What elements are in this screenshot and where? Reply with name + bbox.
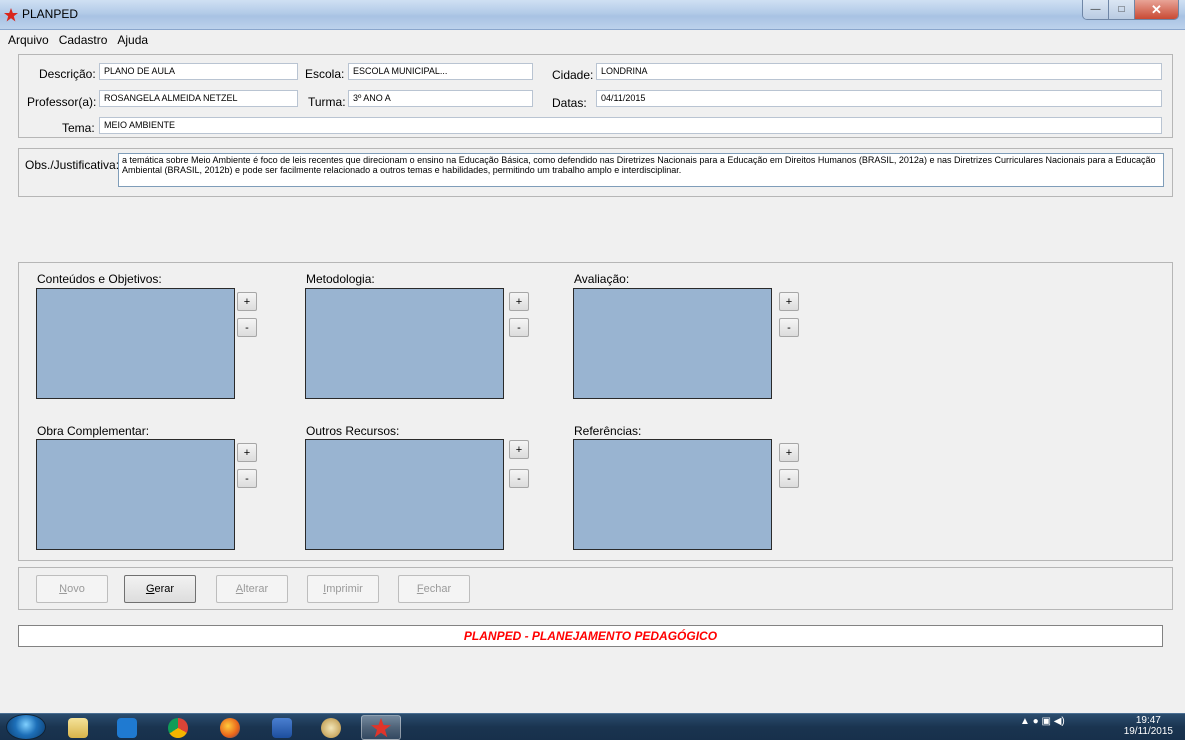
obs-label: Obs./Justificativa: [25, 158, 120, 172]
obra-listbox[interactable] [36, 439, 235, 550]
turma-field[interactable]: 3º ANO A [348, 90, 533, 107]
conteudos-add-button[interactable]: + [237, 292, 257, 311]
metodologia-remove-button[interactable]: - [509, 318, 529, 337]
avaliacao-add-button[interactable]: + [779, 292, 799, 311]
datas-field[interactable]: 04/11/2015 [596, 90, 1162, 107]
status-banner: PLANPED - PLANEJAMENTO PEDAGÓGICO [18, 625, 1163, 647]
tema-field[interactable]: MEIO AMBIENTE [99, 117, 1162, 134]
conteudos-remove-button[interactable]: - [237, 318, 257, 337]
alterar-button-label: Alterar [235, 583, 269, 595]
menu-ajuda[interactable]: Ajuda [112, 30, 153, 51]
imprimir-button-label: Imprimir [323, 583, 363, 595]
obra-add-button[interactable]: + [237, 443, 257, 462]
close-button[interactable]: ✕ [1135, 0, 1178, 19]
gerar-button[interactable]: Gerar [124, 575, 196, 603]
professor-label: Professor(a): [27, 95, 97, 109]
start-button[interactable] [6, 714, 46, 740]
clock-date: 19/11/2015 [1123, 726, 1173, 737]
system-clock[interactable]: 19:47 19/11/2015 [1124, 715, 1173, 737]
clock-time: 19:47 [1135, 715, 1161, 726]
recursos-label: Outros Recursos: [306, 424, 400, 438]
novo-button-label: Novo [59, 583, 85, 595]
obra-remove-button[interactable]: - [237, 469, 257, 488]
avaliacao-label: Avaliação: [574, 272, 630, 286]
fechar-button-label: Fechar [416, 583, 452, 595]
metodologia-listbox[interactable] [305, 288, 504, 399]
recursos-add-button[interactable]: + [509, 440, 529, 459]
metodologia-add-button[interactable]: + [509, 292, 529, 311]
recursos-remove-button[interactable]: - [509, 469, 529, 488]
obs-field[interactable]: a temática sobre Meio Ambiente é foco de… [118, 153, 1164, 187]
escola-field[interactable]: ESCOLA MUNICIPAL... [348, 63, 533, 80]
descricao-label: Descrição: [39, 67, 96, 81]
descricao-field[interactable]: PLANO DE AULA [99, 63, 298, 80]
metodologia-label: Metodologia: [306, 272, 375, 286]
minimize-button[interactable]: — [1083, 0, 1109, 19]
planped-taskbar-icon[interactable] [361, 715, 401, 740]
star-app-icon [4, 8, 18, 22]
media-player-taskbar-icon[interactable] [107, 715, 147, 740]
recursos-listbox[interactable] [305, 439, 504, 550]
avaliacao-listbox[interactable] [573, 288, 772, 399]
window-title: PLANPED [22, 7, 79, 21]
datas-label: Datas: [552, 96, 587, 110]
conteudos-label: Conteúdos e Objetivos: [37, 272, 162, 286]
banner-text: PLANPED - PLANEJAMENTO PEDAGÓGICO [463, 629, 718, 643]
paint-taskbar-icon[interactable] [311, 715, 351, 740]
cidade-label: Cidade: [552, 68, 594, 82]
conteudos-listbox[interactable] [36, 288, 235, 399]
referencias-label: Referências: [574, 424, 642, 438]
maximize-button[interactable]: □ [1109, 0, 1135, 19]
menu-bar: Arquivo Cadastro Ajuda [0, 30, 1185, 51]
tray-icons: ▲ ● ▣ ◀) [1020, 716, 1065, 727]
explorer-taskbar-icon[interactable] [58, 715, 98, 740]
fechar-button[interactable]: Fechar [398, 575, 470, 603]
firefox-taskbar-icon[interactable] [210, 715, 250, 740]
obra-label: Obra Complementar: [37, 424, 150, 438]
escola-label: Escola: [305, 67, 345, 81]
gerar-button-label: Gerar [145, 583, 175, 595]
novo-button[interactable]: Novo [36, 575, 108, 603]
referencias-remove-button[interactable]: - [779, 469, 799, 488]
turma-label: Turma: [308, 95, 346, 109]
referencias-add-button[interactable]: + [779, 443, 799, 462]
cidade-field[interactable]: LONDRINA [596, 63, 1162, 80]
title-bar: PLANPED — □ ✕ [0, 0, 1185, 30]
chrome-taskbar-icon[interactable] [158, 715, 198, 740]
avaliacao-remove-button[interactable]: - [779, 318, 799, 337]
alterar-button[interactable]: Alterar [216, 575, 288, 603]
star-taskbar-icon [371, 717, 391, 737]
window-controls: — □ ✕ [1082, 0, 1179, 20]
referencias-listbox[interactable] [573, 439, 772, 550]
professor-field[interactable]: ROSANGELA ALMEIDA NETZEL [99, 90, 298, 107]
tema-label: Tema: [62, 121, 95, 135]
word-taskbar-icon[interactable] [262, 715, 302, 740]
menu-cadastro[interactable]: Cadastro [54, 30, 113, 51]
menu-arquivo[interactable]: Arquivo [3, 30, 54, 51]
imprimir-button[interactable]: Imprimir [307, 575, 379, 603]
